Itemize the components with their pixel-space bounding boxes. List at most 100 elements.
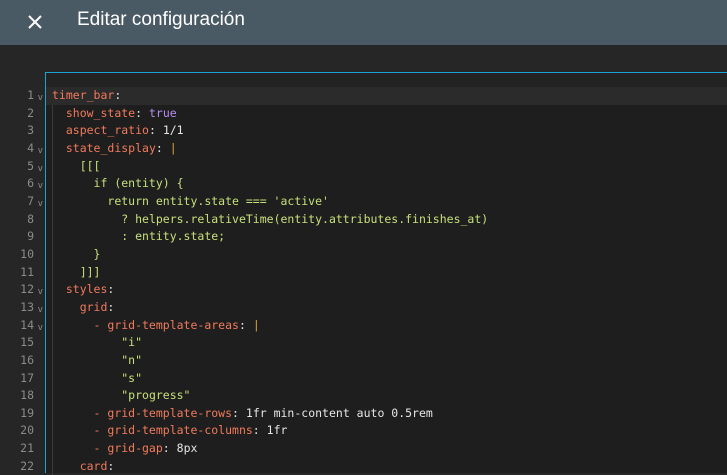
code-token: - grid-template-columns xyxy=(93,423,253,438)
line-number: 17 xyxy=(20,370,34,385)
line-number: 8 xyxy=(27,211,34,226)
indent-guide xyxy=(52,105,53,475)
code-line[interactable]: aspect_ratio: 1/1 xyxy=(46,122,727,140)
line-number: 20 xyxy=(20,423,34,438)
code-token: : entity.state; xyxy=(121,229,226,244)
code-lines[interactable]: timer_bar: show_state: true aspect_ratio… xyxy=(46,87,727,475)
code-line[interactable]: ]]] xyxy=(46,264,727,282)
code-token: 1fr min-content auto 0.5rem xyxy=(245,405,433,420)
code-token: show_state xyxy=(65,105,136,120)
code-token: ? helpers.relativeTime(entity.attributes… xyxy=(121,211,489,226)
code-line[interactable]: card: xyxy=(46,458,727,475)
code-line[interactable]: [[[ xyxy=(46,158,727,176)
code-token: : xyxy=(114,88,122,102)
code-token: } xyxy=(93,246,101,261)
code-token: 1/1 xyxy=(162,123,184,138)
code-token: | xyxy=(252,317,260,332)
code-token: : xyxy=(148,123,163,138)
code-token: true xyxy=(148,105,177,120)
code-line[interactable]: "s" xyxy=(46,370,727,388)
dialog-title: Editar configuración xyxy=(77,9,245,30)
code-line[interactable]: show_state: true xyxy=(46,105,727,123)
code-token: styles xyxy=(65,282,108,297)
line-number: 12 v xyxy=(0,281,45,299)
code-line[interactable]: grid: xyxy=(46,299,727,317)
line-number: 1v xyxy=(0,87,45,105)
code-token: grid xyxy=(79,299,108,314)
line-number: 19 xyxy=(20,405,34,420)
code-line[interactable]: "n" xyxy=(46,352,727,370)
code-line[interactable]: - grid-template-areas: | xyxy=(46,317,727,335)
code-token: : xyxy=(135,105,149,120)
code-token: state_display xyxy=(65,140,156,155)
code-token: 1fr xyxy=(266,423,288,438)
code-token: card xyxy=(79,458,108,473)
line-number: 9 xyxy=(27,229,34,244)
line-number: 5v xyxy=(0,158,45,176)
code-token: : xyxy=(238,317,253,332)
code-token: : xyxy=(232,405,246,420)
code-token: [[[ xyxy=(79,158,101,173)
code-line[interactable]: if (entity) { xyxy=(46,175,727,193)
code-line[interactable]: - grid-template-columns: 1fr xyxy=(46,422,727,440)
close-button[interactable] xyxy=(24,11,46,33)
code-token: : xyxy=(107,458,115,473)
code-line[interactable]: "progress" xyxy=(46,387,727,405)
code-token: 8px xyxy=(176,441,198,456)
code-token: "i" xyxy=(121,335,143,350)
code-token: ]]] xyxy=(79,264,101,279)
code-token: - grid-gap xyxy=(93,441,163,456)
code-line[interactable]: timer_bar: xyxy=(46,87,727,105)
code-line[interactable]: styles: xyxy=(46,281,727,299)
code-line[interactable]: state_display: | xyxy=(46,140,727,158)
code-token: - grid-template-rows xyxy=(93,405,233,420)
line-number: 11 xyxy=(20,264,34,279)
code-token: if (entity) { xyxy=(93,176,184,191)
code-token: - grid-template-areas xyxy=(93,317,239,332)
code-token: | xyxy=(169,140,177,155)
code-token: "n" xyxy=(121,352,143,367)
code-token: return entity.state === 'active' xyxy=(107,193,329,208)
code-line[interactable]: "i" xyxy=(46,334,727,352)
line-number: 22 xyxy=(20,458,34,473)
code-line[interactable]: - grid-gap: 8px xyxy=(46,440,727,458)
line-number: 6v xyxy=(0,175,45,193)
code-line[interactable]: } xyxy=(46,246,727,264)
code-token: aspect_ratio xyxy=(65,123,149,138)
code-token: : xyxy=(162,441,177,456)
code-line[interactable]: ? helpers.relativeTime(entity.attributes… xyxy=(46,211,727,229)
code-token: timer_bar xyxy=(52,88,115,102)
editor-top-band xyxy=(46,73,727,87)
close-icon xyxy=(28,15,42,29)
line-number: 15 xyxy=(20,335,34,350)
code-token: : xyxy=(155,140,170,155)
code-line[interactable]: - grid-template-rows: 1fr min-content au… xyxy=(46,405,727,423)
line-number: 14 v xyxy=(0,317,45,335)
code-line[interactable]: : entity.state; xyxy=(46,228,727,246)
line-number: 3 xyxy=(27,123,34,138)
line-number: 10 xyxy=(20,246,34,261)
dialog-header: Editar configuración xyxy=(0,0,727,45)
code-line[interactable]: return entity.state === 'active' xyxy=(46,193,727,211)
code-token: "s" xyxy=(121,370,143,385)
line-number: 4v xyxy=(0,140,45,158)
line-number-gutter: 1 v 2 3 4 v 5 v 6 v 7 v 8 9 10 11 12 v 13 v 14 v 15 16 17 18 19 20 2… xyxy=(0,87,45,475)
